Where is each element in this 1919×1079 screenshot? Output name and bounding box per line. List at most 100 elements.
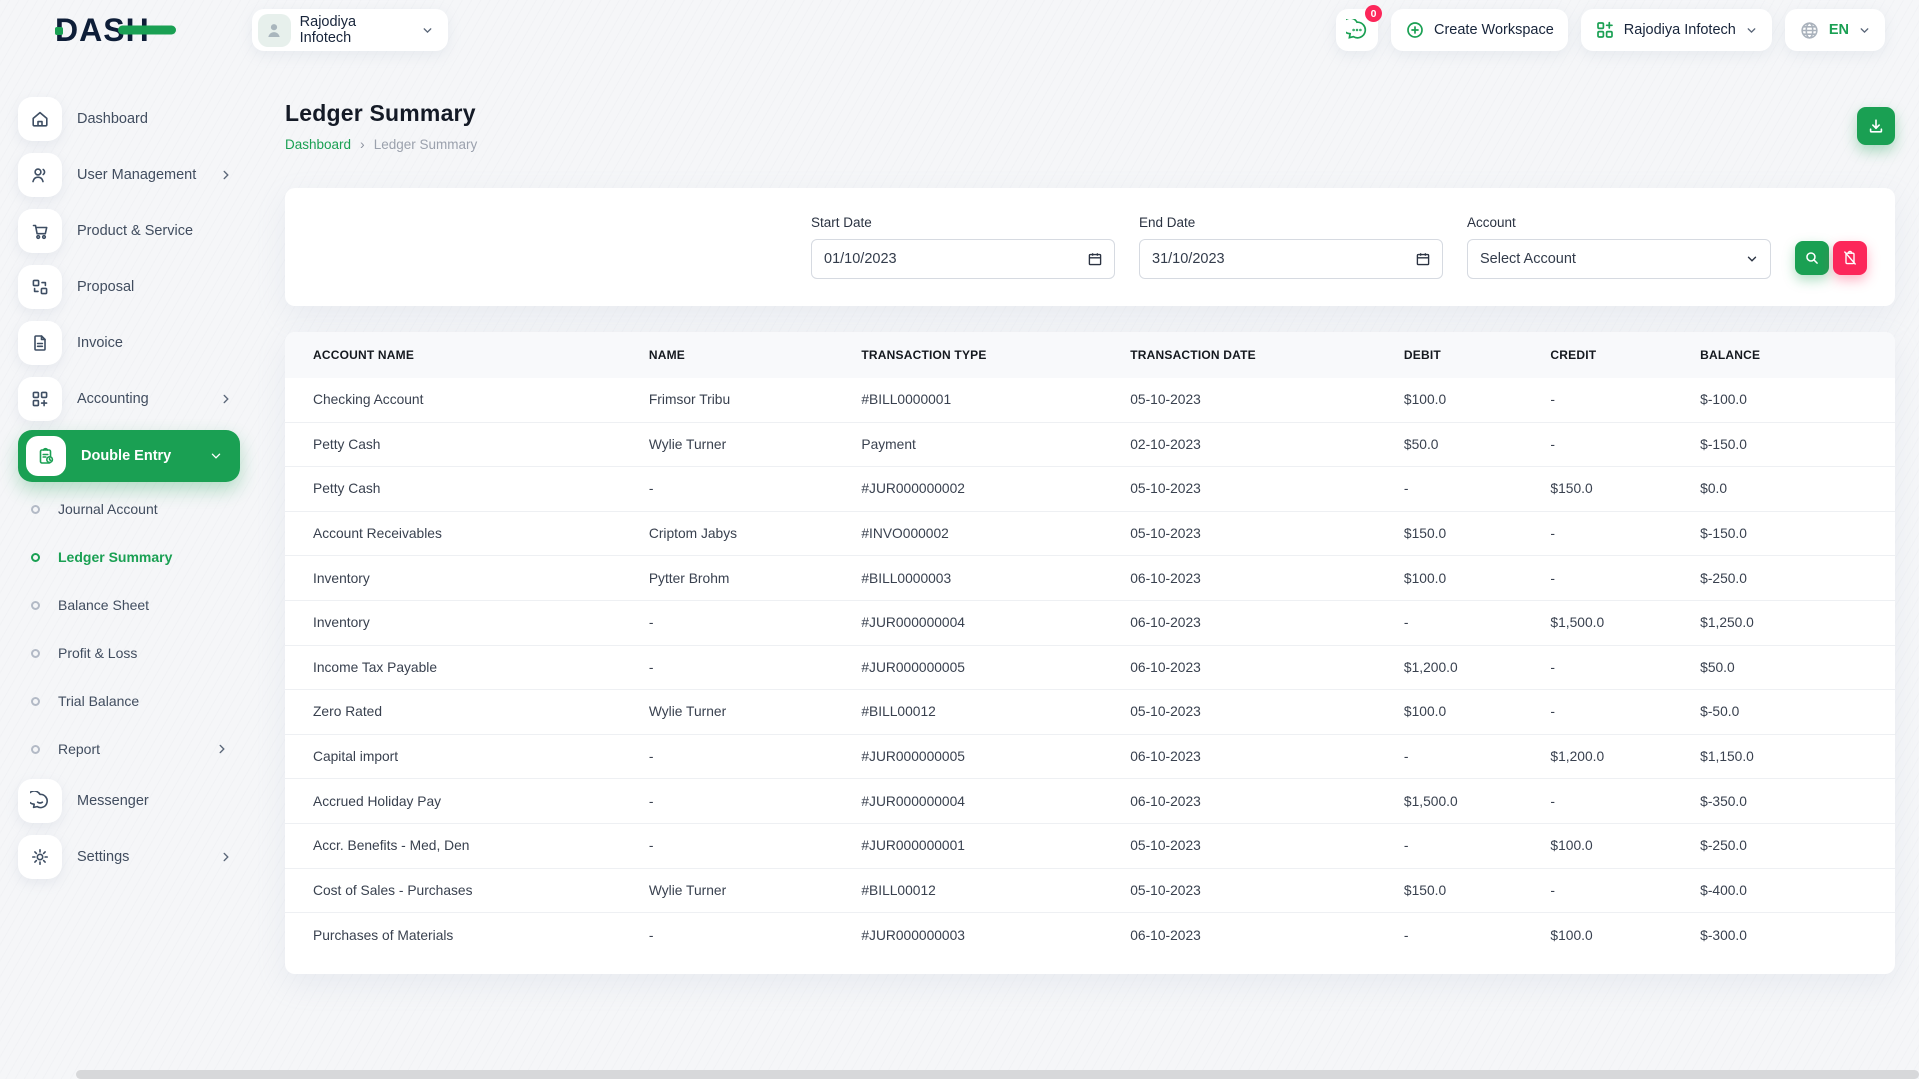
- sidebar-subitem-label: Journal Account: [58, 501, 158, 517]
- cell-transaction-date: 05-10-2023: [1130, 704, 1404, 719]
- sidebar-item-dashboard[interactable]: Dashboard: [0, 91, 258, 147]
- cell-credit: $100.0: [1550, 838, 1700, 853]
- account-select[interactable]: Select Account: [1467, 239, 1771, 279]
- sidebar-subitem-profit-loss[interactable]: Profit & Loss: [0, 629, 258, 677]
- cell-transaction-date: 05-10-2023: [1130, 838, 1404, 853]
- cell-transaction-type: #INVO000002: [861, 526, 1130, 541]
- language-code: EN: [1829, 22, 1849, 38]
- sidebar-item-label: Dashboard: [77, 111, 148, 127]
- cell-account-name: Account Receivables: [285, 526, 649, 541]
- cell-credit: -: [1550, 883, 1700, 898]
- start-date-input[interactable]: [824, 240, 1078, 278]
- chevron-right-icon: [220, 169, 232, 181]
- cell-balance: $1,250.0: [1700, 615, 1895, 630]
- cell-account-name: Accr. Benefits - Med, Den: [285, 838, 649, 853]
- cell-balance: $0.0: [1700, 481, 1895, 496]
- breadcrumb-separator-icon: ›: [360, 136, 365, 152]
- cell-balance: $-400.0: [1700, 883, 1895, 898]
- sidebar-subitem-report[interactable]: Report: [0, 725, 258, 773]
- table-row: Zero Rated Wylie Turner #BILL00012 05-10…: [285, 690, 1895, 735]
- sidebar-item-proposal[interactable]: Proposal: [0, 259, 258, 315]
- table-row: Petty Cash - #JUR000000002 05-10-2023 - …: [285, 467, 1895, 512]
- users-icon: [18, 153, 62, 197]
- cell-transaction-type: Payment: [861, 437, 1130, 452]
- cell-debit: $1,500.0: [1404, 794, 1551, 809]
- table-row: Income Tax Payable - #JUR000000005 06-10…: [285, 646, 1895, 691]
- sidebar-subitem-balance-sheet[interactable]: Balance Sheet: [0, 581, 258, 629]
- column-header: TRANSACTION TYPE: [861, 348, 1130, 362]
- cell-transaction-date: 06-10-2023: [1130, 571, 1404, 586]
- column-header: BALANCE: [1700, 348, 1895, 362]
- logo-dash-accent: [118, 25, 176, 34]
- ledger-table: ACCOUNT NAME NAME TRANSACTION TYPE TRANS…: [285, 332, 1895, 974]
- sidebar-subitem-trial-balance[interactable]: Trial Balance: [0, 677, 258, 725]
- column-header: TRANSACTION DATE: [1130, 348, 1404, 362]
- messages-button[interactable]: 0: [1336, 9, 1378, 51]
- sidebar-item-messenger[interactable]: Messenger: [0, 773, 258, 829]
- download-button[interactable]: [1857, 107, 1895, 145]
- language-selector[interactable]: EN: [1785, 9, 1885, 51]
- cell-balance: $-100.0: [1700, 392, 1895, 407]
- sidebar-item-label: Product & Service: [77, 223, 193, 239]
- cell-balance: $-350.0: [1700, 794, 1895, 809]
- end-date-input[interactable]: [1152, 240, 1406, 278]
- table-header-row: ACCOUNT NAME NAME TRANSACTION TYPE TRANS…: [285, 332, 1895, 378]
- sidebar-item-double-entry[interactable]: Double Entry: [18, 430, 240, 482]
- cell-debit: -: [1404, 481, 1551, 496]
- cell-account-name: Income Tax Payable: [285, 660, 649, 675]
- account-field: Account Select Account: [1467, 215, 1771, 279]
- create-workspace-button[interactable]: Create Workspace: [1391, 9, 1568, 51]
- horizontal-scrollbar[interactable]: [76, 1070, 1919, 1079]
- reset-filter-button[interactable]: [1833, 241, 1867, 275]
- sidebar-item-label: Messenger: [77, 793, 149, 809]
- cell-name: Pytter Brohm: [649, 571, 862, 586]
- cell-credit: $150.0: [1550, 481, 1700, 496]
- sidebar-item-settings[interactable]: Settings: [0, 829, 258, 885]
- column-header: DEBIT: [1404, 348, 1551, 362]
- sidebar-subitem-ledger-summary[interactable]: Ledger Summary: [0, 533, 258, 581]
- download-icon: [1867, 117, 1885, 135]
- user-avatar-icon: [264, 20, 284, 40]
- cell-account-name: Zero Rated: [285, 704, 649, 719]
- search-button[interactable]: [1795, 241, 1829, 275]
- sidebar-item-product-service[interactable]: Product & Service: [0, 203, 258, 259]
- invoice-icon: [18, 321, 62, 365]
- bullet-icon: [31, 505, 40, 514]
- cell-name: Wylie Turner: [649, 704, 862, 719]
- cell-name: Wylie Turner: [649, 437, 862, 452]
- home-icon: [18, 97, 62, 141]
- account-select-value: Select Account: [1480, 251, 1576, 267]
- table-row: Checking Account Frimsor Tribu #BILL0000…: [285, 378, 1895, 423]
- cell-debit: $150.0: [1404, 526, 1551, 541]
- cell-credit: -: [1550, 571, 1700, 586]
- chevron-down-icon: [421, 24, 434, 37]
- chevron-right-icon: [216, 743, 228, 755]
- sidebar-item-label: Settings: [77, 849, 129, 865]
- cell-balance: $-300.0: [1700, 928, 1895, 943]
- chevron-right-icon: [220, 393, 232, 405]
- company-name: Rajodiya Infotech: [1624, 22, 1736, 38]
- cell-name: -: [649, 615, 862, 630]
- sidebar-item-invoice[interactable]: Invoice: [0, 315, 258, 371]
- cell-account-name: Petty Cash: [285, 481, 649, 496]
- cell-name: Frimsor Tribu: [649, 392, 862, 407]
- cell-debit: $50.0: [1404, 437, 1551, 452]
- table-row: Accr. Benefits - Med, Den - #JUR00000000…: [285, 824, 1895, 869]
- end-date-field: End Date: [1139, 215, 1443, 279]
- cell-transaction-type: #JUR000000005: [861, 749, 1130, 764]
- breadcrumb-dashboard-link[interactable]: Dashboard: [285, 137, 351, 152]
- cell-transaction-type: #BILL00012: [861, 883, 1130, 898]
- cell-credit: -: [1550, 794, 1700, 809]
- company-selector[interactable]: Rajodiya Infotech: [1581, 9, 1772, 51]
- table-row: Inventory Pytter Brohm #BILL0000003 06-1…: [285, 556, 1895, 601]
- globe-icon: [1799, 20, 1820, 41]
- sidebar-item-accounting[interactable]: Accounting: [0, 371, 258, 427]
- table-row: Cost of Sales - Purchases Wylie Turner #…: [285, 869, 1895, 914]
- sidebar-subitem-journal-account[interactable]: Journal Account: [0, 485, 258, 533]
- cell-transaction-date: 06-10-2023: [1130, 928, 1404, 943]
- start-date-label: Start Date: [811, 215, 1115, 230]
- workspace-selector[interactable]: Rajodiya Infotech: [252, 9, 448, 51]
- sidebar-item-user-management[interactable]: User Management: [0, 147, 258, 203]
- cell-debit: -: [1404, 615, 1551, 630]
- table-body: Checking Account Frimsor Tribu #BILL0000…: [285, 378, 1895, 958]
